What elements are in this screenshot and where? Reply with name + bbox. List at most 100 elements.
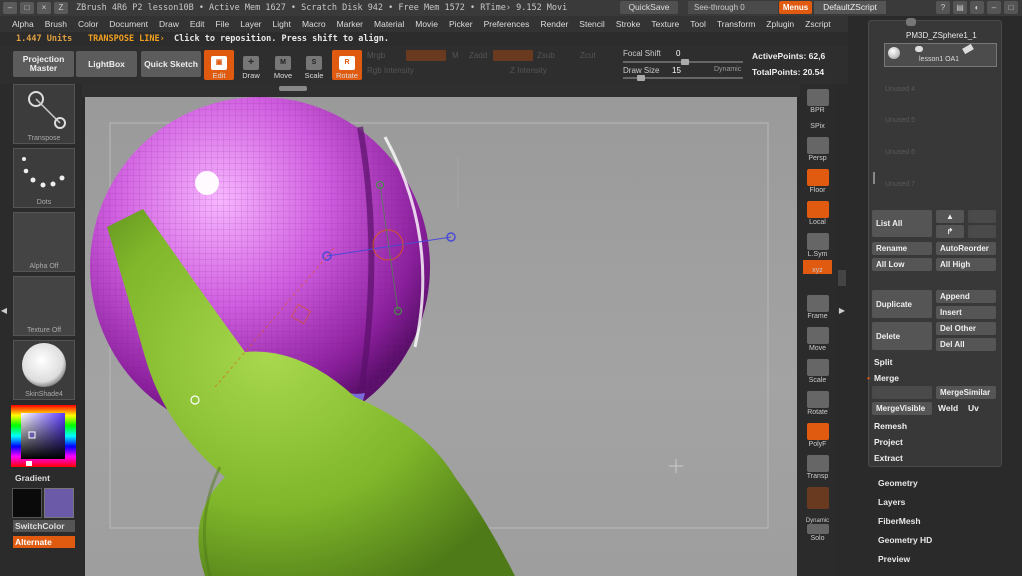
edit-tool-button[interactable]: ▣ Edit bbox=[204, 50, 234, 80]
append-button[interactable]: Append bbox=[936, 290, 996, 303]
menu-tool[interactable]: Tool bbox=[690, 19, 706, 29]
move-down-icon[interactable]: ↱ bbox=[936, 225, 964, 238]
all-high-button[interactable]: All High bbox=[936, 258, 996, 271]
zsub-button[interactable]: Zsub bbox=[537, 51, 555, 60]
menu-stencil[interactable]: Stencil bbox=[579, 19, 605, 29]
move-tool-button[interactable]: M Move bbox=[268, 50, 298, 80]
alternate-button[interactable]: Alternate bbox=[13, 536, 75, 548]
menu-picker[interactable]: Picker bbox=[449, 19, 473, 29]
menu-document[interactable]: Document bbox=[109, 19, 148, 29]
brush-visibility-icon[interactable] bbox=[962, 43, 974, 55]
list-all-button[interactable]: List All bbox=[872, 210, 932, 237]
close-icon[interactable]: × bbox=[37, 2, 51, 14]
spix-slider[interactable]: SPix bbox=[803, 116, 832, 130]
floor-button[interactable]: Floor bbox=[803, 164, 832, 194]
zcut-button[interactable]: Zcut bbox=[580, 51, 596, 60]
bpr-button[interactable]: BPR bbox=[803, 84, 832, 114]
menu-preferences[interactable]: Preferences bbox=[484, 19, 530, 29]
zadd-button[interactable]: Zadd bbox=[469, 51, 487, 60]
layout-icon[interactable]: ▤ bbox=[953, 1, 967, 14]
solo-button[interactable]: Dynamic Solo bbox=[803, 512, 832, 542]
subtool-item[interactable]: lesson1 OA1 bbox=[884, 43, 997, 67]
rename-button[interactable]: Rename bbox=[872, 242, 932, 255]
geometry-section[interactable]: Geometry bbox=[878, 478, 918, 488]
alpha-slot[interactable]: Alpha Off bbox=[13, 212, 75, 272]
subtool-scrollbar[interactable] bbox=[873, 172, 875, 184]
material-slot[interactable]: SkinShade4 bbox=[13, 340, 75, 400]
duplicate-button[interactable]: Duplicate bbox=[872, 290, 932, 318]
secondary-color-swatch[interactable] bbox=[12, 488, 42, 518]
default-zscript-button[interactable]: DefaultZScript bbox=[814, 1, 886, 14]
mergevisible-button[interactable]: MergeVisible bbox=[872, 402, 932, 415]
menu-edit[interactable]: Edit bbox=[190, 19, 205, 29]
right-tray-scroll-handle[interactable] bbox=[838, 270, 846, 286]
stroke-slot[interactable]: Dots bbox=[13, 148, 75, 208]
menu-zscript[interactable]: Zscript bbox=[805, 19, 831, 29]
projection-master-button[interactable]: Projection Master bbox=[13, 51, 74, 77]
move-view-button[interactable]: Move bbox=[803, 322, 832, 352]
frame-button[interactable]: Frame bbox=[803, 290, 832, 320]
all-low-button[interactable]: All Low bbox=[872, 258, 932, 271]
menu-light[interactable]: Light bbox=[273, 19, 291, 29]
project-button[interactable]: Project bbox=[874, 437, 903, 447]
help-icon[interactable]: ? bbox=[936, 1, 950, 14]
rotate-view-button[interactable]: Rotate bbox=[803, 386, 832, 416]
empty-slot-button[interactable] bbox=[968, 210, 996, 223]
transpose-brush-slot[interactable]: Transpose bbox=[13, 84, 75, 144]
menu-marker[interactable]: Marker bbox=[337, 19, 363, 29]
autoreorder-button[interactable]: AutoReorder bbox=[936, 242, 996, 255]
mrgb-button[interactable]: Mrgb bbox=[367, 51, 385, 60]
minimize-icon[interactable]: – bbox=[3, 2, 17, 14]
lightbox-button[interactable]: LightBox bbox=[76, 51, 137, 77]
menu-layer[interactable]: Layer bbox=[240, 19, 261, 29]
texture-slot[interactable]: Texture Off bbox=[13, 276, 75, 336]
collapse-tray-icon[interactable]: ▶ bbox=[838, 306, 846, 326]
eye-icon[interactable] bbox=[915, 46, 923, 52]
palette-icon[interactable]: ◐ bbox=[970, 1, 984, 14]
window-max-icon[interactable]: □ bbox=[1004, 1, 1018, 14]
menu-alpha[interactable]: Alpha bbox=[12, 19, 34, 29]
window-min-icon[interactable]: – bbox=[987, 1, 1001, 14]
menu-stroke[interactable]: Stroke bbox=[616, 19, 641, 29]
scale-view-button[interactable]: Scale bbox=[803, 354, 832, 384]
fibermesh-section[interactable]: FiberMesh bbox=[878, 516, 921, 526]
menu-material[interactable]: Material bbox=[374, 19, 404, 29]
insert-button[interactable]: Insert bbox=[936, 306, 996, 319]
delete-button[interactable]: Delete bbox=[872, 322, 932, 350]
empty-slot-button-2[interactable] bbox=[968, 225, 996, 238]
collapse-left-tray-icon[interactable]: ◀ bbox=[0, 306, 8, 326]
ghost-button[interactable] bbox=[803, 482, 832, 510]
menu-zplugin[interactable]: Zplugin bbox=[766, 19, 794, 29]
color-picker[interactable] bbox=[11, 405, 76, 467]
subtool-panel-grip[interactable] bbox=[906, 18, 916, 26]
z-intensity-slider[interactable]: Z Intensity bbox=[510, 66, 547, 75]
xyz-button[interactable]: xyz bbox=[803, 260, 832, 274]
extract-button[interactable]: Extract bbox=[874, 453, 903, 463]
persp-button[interactable]: Persp bbox=[803, 132, 832, 162]
menus-button[interactable]: Menus bbox=[779, 1, 812, 14]
menu-transform[interactable]: Transform bbox=[717, 19, 755, 29]
del-all-button[interactable]: Del All bbox=[936, 338, 996, 351]
menu-draw[interactable]: Draw bbox=[159, 19, 179, 29]
switchcolor-button[interactable]: SwitchColor bbox=[13, 520, 75, 532]
draw-tool-button[interactable]: ✛ Draw bbox=[236, 50, 266, 80]
horizontal-scrollbar[interactable] bbox=[279, 86, 307, 91]
gradient-button[interactable]: Gradient bbox=[13, 472, 75, 484]
rotate-tool-button[interactable]: R Rotate bbox=[332, 50, 362, 80]
dynamic-toggle[interactable]: Dynamic bbox=[714, 66, 741, 73]
menu-texture[interactable]: Texture bbox=[651, 19, 679, 29]
geometry-hd-section[interactable]: Geometry HD bbox=[878, 535, 932, 545]
scale-tool-button[interactable]: S Scale bbox=[299, 50, 329, 80]
main-color-swatch[interactable] bbox=[44, 488, 74, 518]
canvas-viewport[interactable] bbox=[85, 97, 797, 576]
merge-down-button[interactable] bbox=[872, 386, 932, 399]
draw-size-slider[interactable] bbox=[623, 75, 743, 81]
weld-button[interactable]: Weld bbox=[938, 403, 958, 413]
del-other-button[interactable]: Del Other bbox=[936, 322, 996, 335]
draw-size-knob[interactable] bbox=[637, 75, 645, 81]
preview-section[interactable]: Preview bbox=[878, 554, 910, 564]
focal-shift-knob[interactable] bbox=[681, 59, 689, 65]
polyf-button[interactable]: PolyF bbox=[803, 418, 832, 448]
focal-shift-slider[interactable] bbox=[623, 59, 743, 65]
menu-macro[interactable]: Macro bbox=[302, 19, 326, 29]
